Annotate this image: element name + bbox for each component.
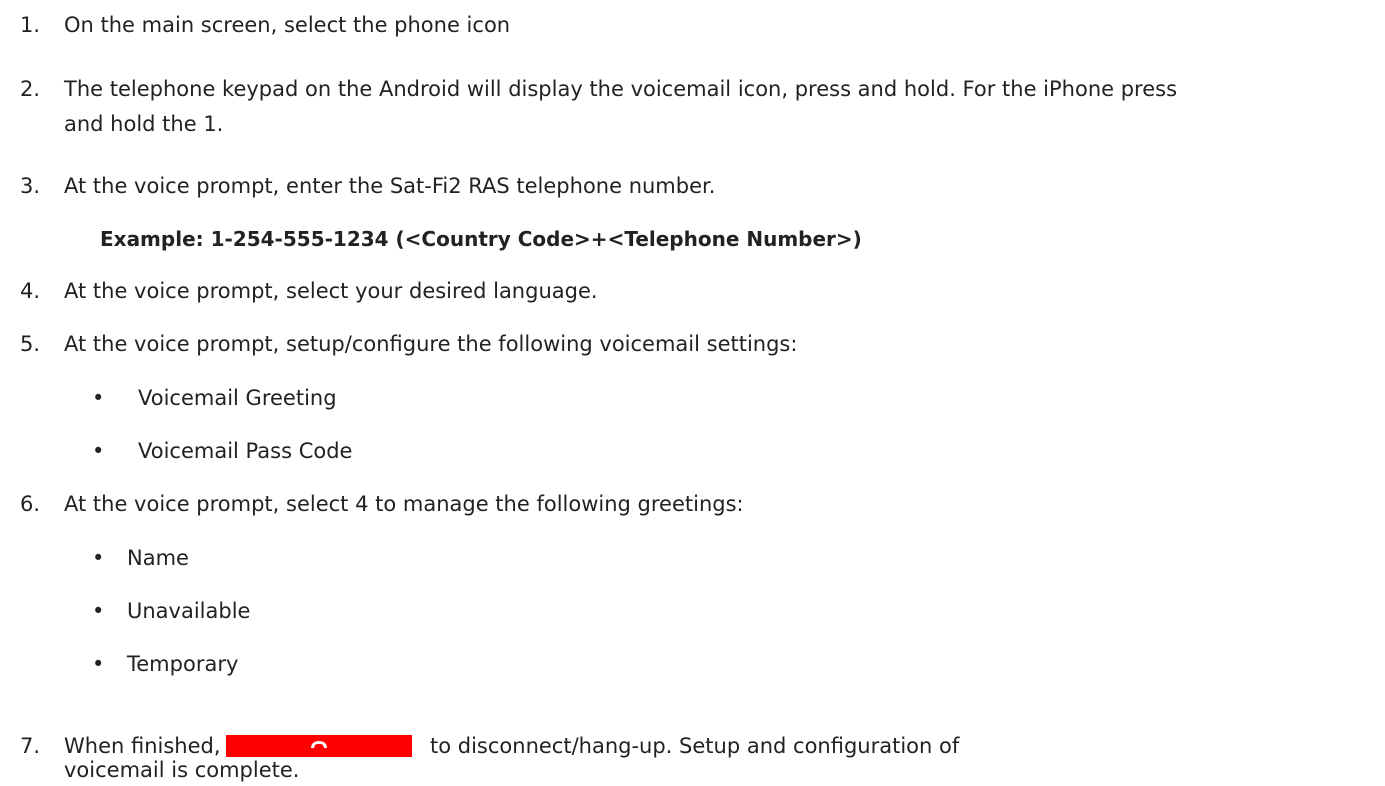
step-text: At the voice prompt, select your desired… bbox=[64, 279, 598, 303]
step-number: 5. bbox=[20, 332, 41, 356]
step-text-continued: voicemail is complete. bbox=[64, 758, 300, 782]
bullet-icon: • bbox=[92, 546, 105, 570]
step-text: At the voice prompt, select 4 to manage … bbox=[64, 492, 744, 516]
hang-up-phone-icon bbox=[311, 741, 327, 748]
step-text-after: to disconnect/hang-up. Setup and configu… bbox=[430, 734, 960, 758]
step-number: 2. bbox=[20, 77, 41, 101]
list-item-label: Name bbox=[127, 546, 189, 570]
bullet-icon: • bbox=[92, 439, 105, 463]
step-text: On the main screen, select the phone ico… bbox=[64, 13, 511, 37]
bullet-icon: • bbox=[92, 599, 105, 623]
step-text-continued: and hold the 1. bbox=[64, 112, 224, 136]
step-number: 6. bbox=[20, 492, 41, 516]
bullet-icon: • bbox=[92, 652, 105, 676]
instructions-document: 1. On the main screen, select the phone … bbox=[0, 0, 1385, 782]
step-text: At the voice prompt, enter the Sat-Fi2 R… bbox=[64, 174, 716, 198]
step-number: 4. bbox=[20, 279, 41, 303]
step-text: The telephone keypad on the Android will… bbox=[64, 77, 1178, 101]
example-number-format: Example: 1-254-555-1234 (<Country Code>+… bbox=[100, 227, 862, 251]
list-item-label: Voicemail Pass Code bbox=[138, 439, 353, 463]
step-number: 3. bbox=[20, 174, 41, 198]
bullet-icon: • bbox=[92, 386, 105, 410]
step-text: At the voice prompt, setup/configure the… bbox=[64, 332, 798, 356]
step-number: 7. bbox=[20, 734, 41, 758]
step-number: 1. bbox=[20, 13, 41, 37]
list-item-label: Temporary bbox=[127, 652, 239, 676]
list-item-label: Unavailable bbox=[127, 599, 251, 623]
list-item-label: Voicemail Greeting bbox=[138, 386, 337, 410]
